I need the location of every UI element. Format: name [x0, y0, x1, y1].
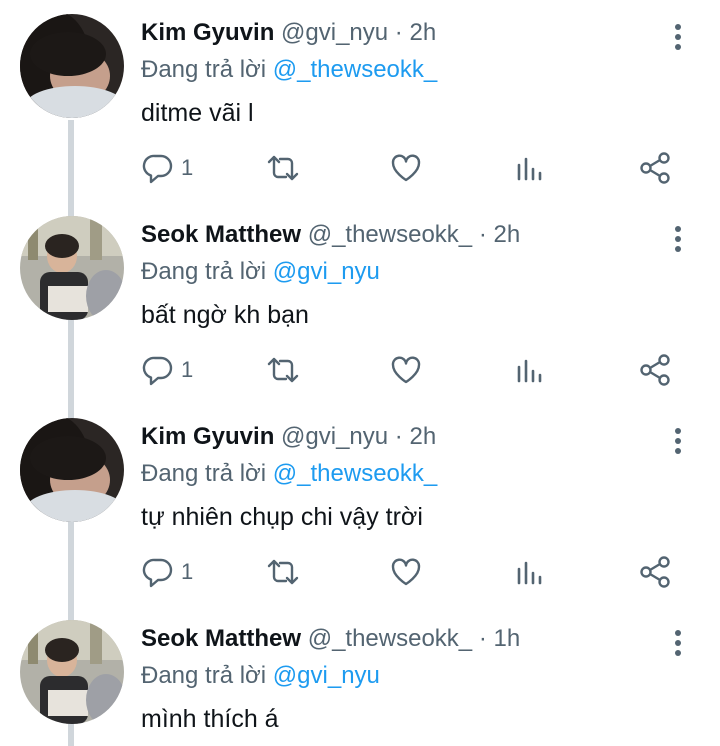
tweet-header: Kim Gyuvin @gvi_nyu · 2h — [141, 16, 436, 50]
separator-dot: · — [478, 221, 487, 248]
more-options-button[interactable] — [664, 222, 692, 256]
tweet-actions: 1 — [141, 148, 701, 188]
retweet-icon — [267, 559, 299, 585]
retweet-button[interactable] — [265, 148, 301, 188]
tweet-text: ditme vãi l — [141, 99, 254, 127]
timestamp[interactable]: 2h — [409, 423, 436, 450]
avatar[interactable] — [20, 620, 124, 724]
timestamp[interactable]: 1h — [494, 625, 521, 652]
replying-label: Đang trả lời — [141, 460, 267, 487]
more-options-button[interactable] — [664, 626, 692, 660]
analytics-button[interactable] — [515, 350, 545, 390]
tweet-header: Seok Matthew @_thewseokk_ · 1h — [141, 622, 520, 656]
retweet-icon — [267, 357, 299, 383]
share-icon — [640, 152, 670, 184]
avatar-image — [20, 620, 124, 724]
analytics-icon — [517, 561, 542, 585]
retweet-button[interactable] — [265, 350, 301, 390]
retweet-button[interactable] — [265, 552, 301, 592]
analytics-button[interactable] — [515, 148, 545, 188]
avatar[interactable] — [20, 418, 124, 522]
like-icon — [391, 154, 421, 182]
share-button[interactable] — [638, 148, 672, 188]
avatar[interactable] — [20, 14, 124, 118]
display-name[interactable]: Kim Gyuvin — [141, 423, 274, 450]
avatar[interactable] — [20, 216, 124, 320]
mention-link[interactable]: @gvi_nyu — [273, 258, 380, 285]
share-button[interactable] — [638, 350, 672, 390]
display-name[interactable]: Seok Matthew — [141, 625, 301, 652]
reply-button[interactable]: 1 — [141, 350, 193, 390]
tweet-text: bất ngờ kh bạn — [141, 301, 309, 329]
reply-icon — [142, 558, 173, 588]
more-options-button[interactable] — [664, 20, 692, 54]
more-icon — [675, 226, 681, 252]
analytics-icon — [517, 359, 542, 383]
retweet-icon — [267, 155, 299, 181]
tweet[interactable]: Seok Matthew @_thewseokk_ · 1h Đang trả … — [0, 606, 720, 746]
tweet[interactable]: Kim Gyuvin @gvi_nyu · 2h Đang trả lời @_… — [0, 404, 720, 606]
reply-count: 1 — [181, 155, 194, 180]
like-button[interactable] — [389, 552, 423, 592]
avatar-image — [20, 216, 124, 320]
tweet[interactable]: Seok Matthew @_thewseokk_ · 2h Đang trả … — [0, 202, 720, 404]
like-icon — [391, 558, 421, 586]
more-icon — [675, 630, 681, 656]
separator-dot: · — [394, 423, 403, 450]
replying-label: Đang trả lời — [141, 258, 267, 285]
share-button[interactable] — [638, 552, 672, 592]
share-icon — [640, 556, 670, 588]
analytics-button[interactable] — [515, 552, 545, 592]
tweet-header: Seok Matthew @_thewseokk_ · 2h — [141, 218, 520, 252]
reply-icon — [142, 154, 173, 184]
display-name[interactable]: Kim Gyuvin — [141, 19, 274, 46]
avatar-image — [20, 418, 124, 522]
mention-link[interactable]: @gvi_nyu — [273, 662, 380, 689]
like-button[interactable] — [389, 148, 423, 188]
avatar-image — [20, 14, 124, 118]
replying-to: Đang trả lời @gvi_nyu — [141, 255, 380, 289]
like-icon — [391, 356, 421, 384]
separator-dot: · — [478, 625, 487, 652]
tweet[interactable]: Kim Gyuvin @gvi_nyu · 2h Đang trả lời @_… — [0, 0, 720, 202]
more-icon — [675, 24, 681, 50]
tweet-text: mình thích á — [141, 705, 279, 733]
tweet-actions: 1 — [141, 350, 701, 390]
replying-to: Đang trả lời @_thewseokk_ — [141, 53, 437, 87]
reply-icon — [142, 356, 173, 386]
share-icon — [640, 354, 670, 386]
reply-count: 1 — [181, 559, 194, 584]
reply-button[interactable]: 1 — [141, 552, 193, 592]
reply-button[interactable]: 1 — [141, 148, 193, 188]
reply-count: 1 — [181, 357, 194, 382]
separator-dot: · — [394, 19, 403, 46]
user-handle[interactable]: @gvi_nyu — [281, 19, 388, 46]
timestamp[interactable]: 2h — [409, 19, 436, 46]
analytics-icon — [517, 157, 542, 181]
more-options-button[interactable] — [664, 424, 692, 458]
timestamp[interactable]: 2h — [494, 221, 521, 248]
like-button[interactable] — [389, 350, 423, 390]
user-handle[interactable]: @_thewseokk_ — [308, 625, 472, 652]
tweet-actions: 1 — [141, 552, 701, 592]
display-name[interactable]: Seok Matthew — [141, 221, 301, 248]
replying-to: Đang trả lời @gvi_nyu — [141, 659, 380, 693]
more-icon — [675, 428, 681, 454]
replying-to: Đang trả lời @_thewseokk_ — [141, 457, 437, 491]
tweet-text: tự nhiên chụp chi vậy trời — [141, 503, 423, 531]
replying-label: Đang trả lời — [141, 662, 267, 689]
tweet-header: Kim Gyuvin @gvi_nyu · 2h — [141, 420, 436, 454]
user-handle[interactable]: @_thewseokk_ — [308, 221, 472, 248]
replying-label: Đang trả lời — [141, 56, 267, 83]
user-handle[interactable]: @gvi_nyu — [281, 423, 388, 450]
mention-link[interactable]: @_thewseokk_ — [273, 460, 437, 487]
mention-link[interactable]: @_thewseokk_ — [273, 56, 437, 83]
